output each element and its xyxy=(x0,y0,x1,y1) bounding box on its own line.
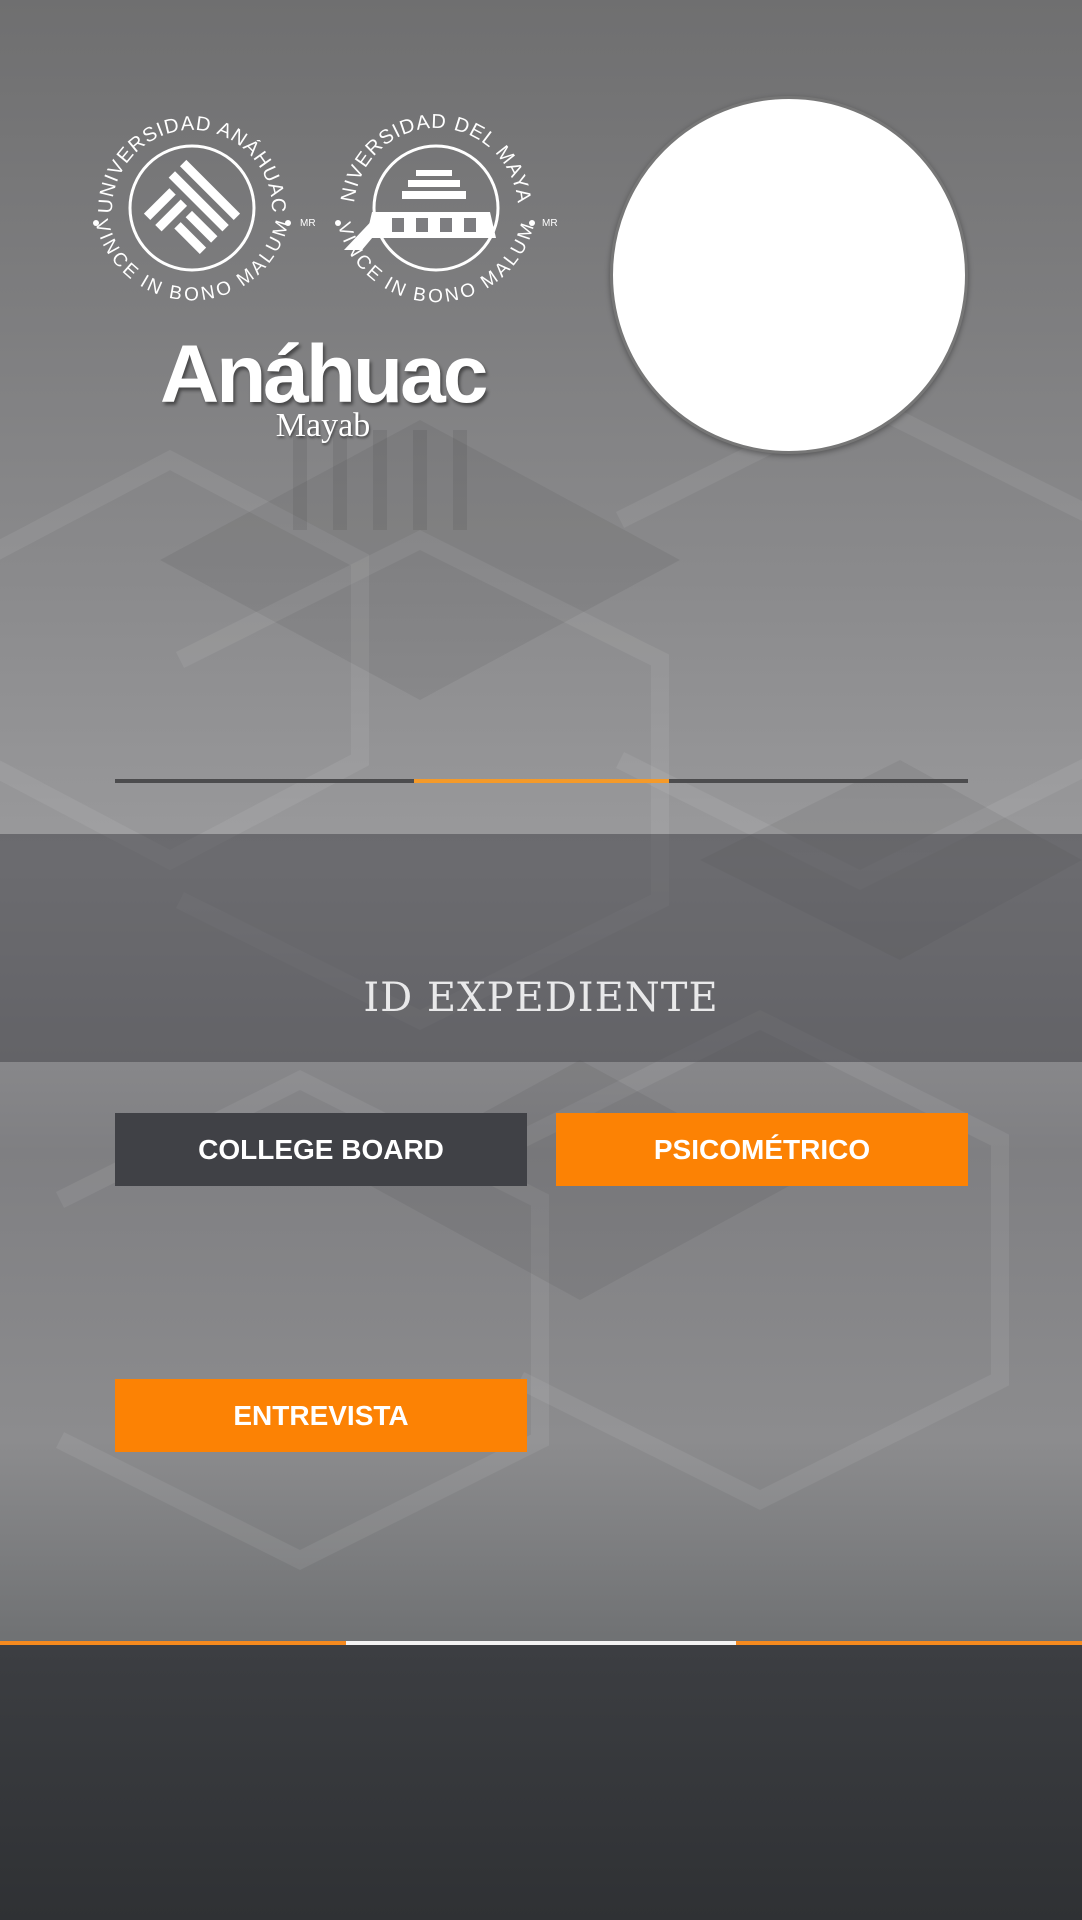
entrevista-button[interactable]: ENTREVISTA xyxy=(115,1379,527,1452)
mayab-building-icon xyxy=(344,170,496,250)
anahuac-weave-icon xyxy=(143,159,241,254)
progress-track xyxy=(115,779,968,783)
avatar[interactable] xyxy=(610,96,968,454)
id-band xyxy=(0,834,1082,1062)
anahuac-seal-logo: UNIVERSIDAD ANÁHUAC VINCE IN BONO MALUM … xyxy=(90,113,315,306)
id-expediente-label: ID EXPEDIENTE xyxy=(363,975,719,1021)
bottom-bar xyxy=(0,1645,1082,1920)
svg-text:VINCE IN BONO MALUM: VINCE IN BONO MALUM xyxy=(90,217,294,305)
svg-text:UNIVERSIDAD DEL MAYAB: UNIVERSIDAD DEL MAYAB xyxy=(322,100,535,205)
wordmark-sub: Mayab xyxy=(275,407,371,444)
progress-fill xyxy=(413,779,670,783)
svg-text:MR: MR xyxy=(542,218,558,229)
svg-text:MR: MR xyxy=(300,218,315,229)
psicometrico-button[interactable]: PSICOMÉTRICO xyxy=(556,1113,968,1186)
anahuac-mayab-wordmark: Anáhuac Mayab xyxy=(160,330,488,450)
mayab-seal-logo: UNIVERSIDAD DEL MAYAB VINCE IN BONO MALU… xyxy=(322,100,558,307)
college-board-button[interactable]: COLLEGE BOARD xyxy=(115,1113,527,1186)
